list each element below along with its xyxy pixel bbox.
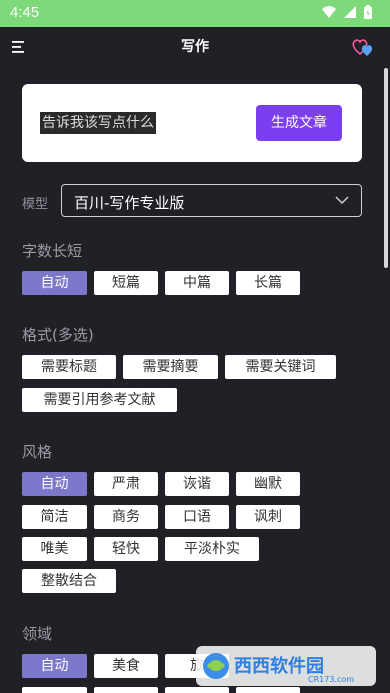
- chip-format-title[interactable]: 需要标题: [22, 355, 116, 379]
- signal-icon: [344, 6, 356, 18]
- chevron-down-icon: [335, 196, 349, 205]
- chip-style-colloquial[interactable]: 口语: [165, 505, 229, 529]
- watermark-subtext: CR173.com: [308, 675, 354, 684]
- chip-format-references[interactable]: 需要引用参考文献: [22, 388, 177, 412]
- chip-domain-food[interactable]: 美食: [94, 654, 158, 678]
- watermark-logo: 西西软件园 CR173.com: [196, 646, 376, 686]
- prompt-card: 告诉我该写点什么 生成文章: [22, 84, 362, 162]
- chip-length-long[interactable]: 长篇: [236, 271, 300, 295]
- chip-style-witty[interactable]: 诙谐: [165, 472, 229, 496]
- chip-style-satire[interactable]: 讽刺: [236, 505, 300, 529]
- chip-domain-row2-1[interactable]: [22, 687, 87, 693]
- section-title-style: 风格: [22, 443, 53, 461]
- chip-style-business[interactable]: 商务: [94, 505, 158, 529]
- chip-style-humorous[interactable]: 幽默: [236, 472, 300, 496]
- hearts-icon[interactable]: [352, 36, 376, 58]
- status-icons: [322, 5, 372, 19]
- wifi-icon: [322, 6, 336, 18]
- scrollbar[interactable]: [384, 68, 388, 268]
- model-select-value: 百川-写作专业版: [74, 194, 185, 212]
- model-select[interactable]: 百川-写作专业版: [61, 184, 362, 217]
- chip-style-plain[interactable]: 平淡朴实: [165, 537, 259, 561]
- app-bar: 写作: [0, 27, 390, 67]
- chip-length-auto[interactable]: 自动: [22, 271, 87, 295]
- battery-icon: [364, 5, 372, 19]
- chip-length-medium[interactable]: 中篇: [165, 271, 229, 295]
- section-title-length: 字数长短: [22, 242, 83, 260]
- chip-style-auto[interactable]: 自动: [22, 472, 87, 496]
- chip-format-abstract[interactable]: 需要摘要: [123, 355, 218, 379]
- chip-style-serious[interactable]: 严肃: [94, 472, 158, 496]
- chip-style-light[interactable]: 轻快: [94, 537, 158, 561]
- generate-button[interactable]: 生成文章: [256, 105, 342, 141]
- chip-length-short[interactable]: 短篇: [94, 271, 158, 295]
- section-title-format: 格式(多选): [22, 326, 94, 344]
- chip-style-aesthetic[interactable]: 唯美: [22, 537, 87, 561]
- chip-domain-auto[interactable]: 自动: [22, 654, 87, 678]
- chip-domain-row2-2[interactable]: [94, 687, 158, 693]
- page-title: 写作: [181, 39, 209, 55]
- section-title-domain: 领域: [22, 625, 53, 643]
- chip-style-concise[interactable]: 简洁: [22, 505, 87, 529]
- prompt-input[interactable]: 告诉我该写点什么: [40, 112, 156, 134]
- chip-style-mixed[interactable]: 整散结合: [22, 569, 116, 593]
- status-bar: 4:45: [0, 0, 390, 27]
- model-label: 模型: [22, 197, 49, 212]
- chip-format-keywords[interactable]: 需要关键词: [225, 355, 336, 379]
- watermark-text: 西西软件园: [234, 655, 324, 677]
- status-time: 4:45: [10, 4, 40, 21]
